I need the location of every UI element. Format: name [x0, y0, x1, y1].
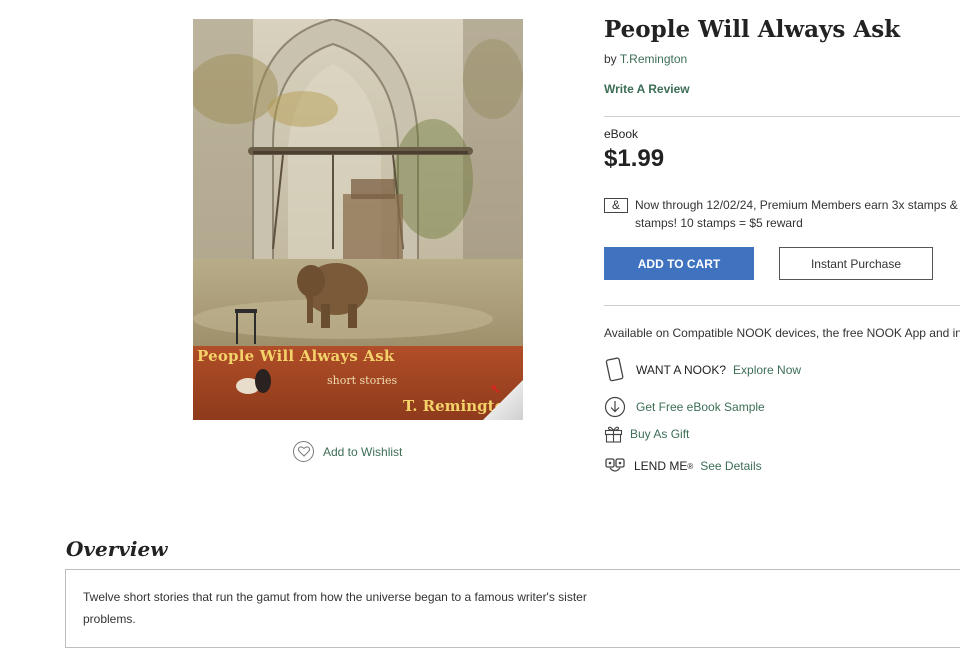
- overview-heading: Overview: [66, 537, 168, 561]
- expand-arrow-icon: ↖: [490, 382, 501, 397]
- explore-now-link[interactable]: Explore Now: [733, 363, 801, 377]
- availability-text: Available on Compatible NOOK devices, th…: [604, 326, 960, 340]
- wishlist-label: Add to Wishlist: [323, 444, 403, 459]
- overview-line-2: problems.: [83, 612, 136, 626]
- add-to-wishlist-button[interactable]: Add to Wishlist: [293, 441, 402, 462]
- download-icon: [604, 396, 626, 418]
- promo-line-1: Now through 12/02/24, Premium Members ea…: [635, 198, 958, 212]
- divider: [604, 305, 960, 306]
- see-details-link[interactable]: See Details: [700, 459, 761, 473]
- registered-mark: ®: [687, 461, 694, 471]
- by-prefix: by: [604, 52, 617, 66]
- promo-text: Now through 12/02/24, Premium Members ea…: [635, 196, 960, 232]
- want-nook-row: WANT A NOOK? Explore Now: [604, 357, 801, 383]
- free-sample-row[interactable]: Get Free eBook Sample: [604, 396, 765, 418]
- gift-icon: [604, 425, 623, 443]
- want-nook-label: WANT A NOOK?: [636, 363, 727, 377]
- tablet-icon: [604, 357, 626, 383]
- instant-purchase-button[interactable]: Instant Purchase: [779, 247, 933, 280]
- free-sample-link[interactable]: Get Free eBook Sample: [636, 400, 765, 414]
- lend-me-row: LEND ME ® See Details: [604, 456, 762, 476]
- product-title: People Will Always Ask: [604, 16, 901, 43]
- lend-me-label: LEND ME: [634, 459, 688, 473]
- author-link[interactable]: T.Remington: [620, 52, 687, 66]
- format-label: eBook: [604, 127, 639, 141]
- book-cover-image[interactable]: People Will Always Ask short stories T. …: [193, 19, 523, 420]
- overview-line-1: Twelve short stories that run the gamut …: [83, 590, 587, 604]
- heart-icon: [293, 441, 314, 462]
- promo-line-2: stamps! 10 stamps = $5 reward: [635, 216, 803, 230]
- buy-as-gift-link[interactable]: Buy As Gift: [630, 427, 689, 441]
- overview-text: Twelve short stories that run the gamut …: [83, 586, 623, 630]
- divider: [604, 116, 960, 117]
- byline: by T.Remington: [604, 52, 687, 66]
- cover-title-text: People Will Always Ask: [197, 347, 395, 365]
- price: $1.99: [604, 145, 665, 172]
- ampersand-icon: &: [604, 198, 628, 213]
- cover-subtitle-text: short stories: [327, 374, 398, 387]
- lend-me-icon: [604, 456, 626, 476]
- write-review-link[interactable]: Write A Review: [604, 82, 690, 96]
- add-to-cart-button[interactable]: ADD TO CART: [604, 247, 754, 280]
- buy-as-gift-row[interactable]: Buy As Gift: [604, 425, 689, 443]
